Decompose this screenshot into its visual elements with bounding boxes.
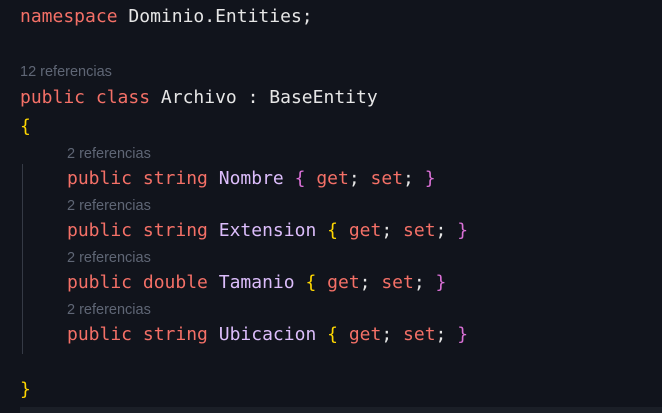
- codelens-property-references[interactable]: 2 referencias: [67, 144, 151, 164]
- property-name: Nombre: [218, 168, 284, 189]
- type-keyword: double: [142, 272, 208, 293]
- code-line-namespace[interactable]: namespace Dominio.Entities;: [20, 4, 313, 30]
- codelens-property-references[interactable]: 2 referencias: [67, 248, 151, 268]
- keyword-namespace: namespace: [20, 6, 118, 27]
- codelens-property-references[interactable]: 2 referencias: [67, 196, 151, 216]
- type-keyword: string: [142, 220, 208, 241]
- setter-keyword: set: [370, 168, 404, 189]
- code-line-property[interactable]: public double Tamanio { get; set; }: [67, 270, 446, 296]
- property-name: Tamanio: [218, 272, 295, 293]
- getter-keyword: get: [316, 168, 349, 189]
- colon: :: [247, 87, 259, 108]
- property-close-brace: }: [424, 168, 436, 189]
- property-open-brace: {: [327, 220, 338, 241]
- codelens-class-references[interactable]: 12 referencias: [20, 62, 112, 82]
- setter-keyword: set: [381, 272, 414, 293]
- property-name: Ubicacion: [218, 324, 317, 345]
- property-close-brace: }: [457, 324, 469, 345]
- class-name: Archivo: [160, 87, 237, 108]
- code-line-property[interactable]: public string Nombre { get; set; }: [67, 166, 436, 192]
- getter-keyword: get: [348, 220, 382, 241]
- property-open-brace: {: [327, 324, 338, 345]
- base-class-name: BaseEntity: [269, 87, 378, 108]
- horizontal-scrollbar[interactable]: [20, 407, 662, 413]
- type-keyword: string: [142, 168, 208, 189]
- property-close-brace: }: [435, 272, 447, 293]
- keyword-public: public: [67, 272, 133, 293]
- property-open-brace: {: [294, 168, 306, 189]
- keyword-public: public: [67, 220, 133, 241]
- getter-keyword: get: [348, 324, 382, 345]
- indent-guide: [22, 164, 23, 354]
- setter-keyword: set: [403, 324, 436, 345]
- codelens-property-references[interactable]: 2 referencias: [67, 300, 151, 320]
- keyword-public: public: [67, 324, 133, 345]
- property-open-brace: {: [305, 272, 317, 293]
- property-name: Extension: [218, 220, 317, 241]
- keyword-class: class: [95, 87, 151, 108]
- namespace-name: Dominio.Entities: [128, 6, 302, 27]
- type-keyword: string: [142, 324, 208, 345]
- keyword-public: public: [20, 87, 86, 108]
- keyword-public: public: [67, 168, 133, 189]
- open-brace[interactable]: {: [20, 114, 31, 140]
- setter-keyword: set: [403, 220, 436, 241]
- code-line-property[interactable]: public string Ubicacion { get; set; }: [67, 322, 468, 348]
- code-line-class[interactable]: public class Archivo : BaseEntity: [20, 85, 378, 111]
- semicolon: ;: [301, 6, 313, 27]
- property-close-brace: }: [457, 220, 469, 241]
- code-line-property[interactable]: public string Extension { get; set; }: [67, 218, 468, 244]
- close-brace[interactable]: }: [20, 377, 31, 403]
- getter-keyword: get: [327, 272, 360, 293]
